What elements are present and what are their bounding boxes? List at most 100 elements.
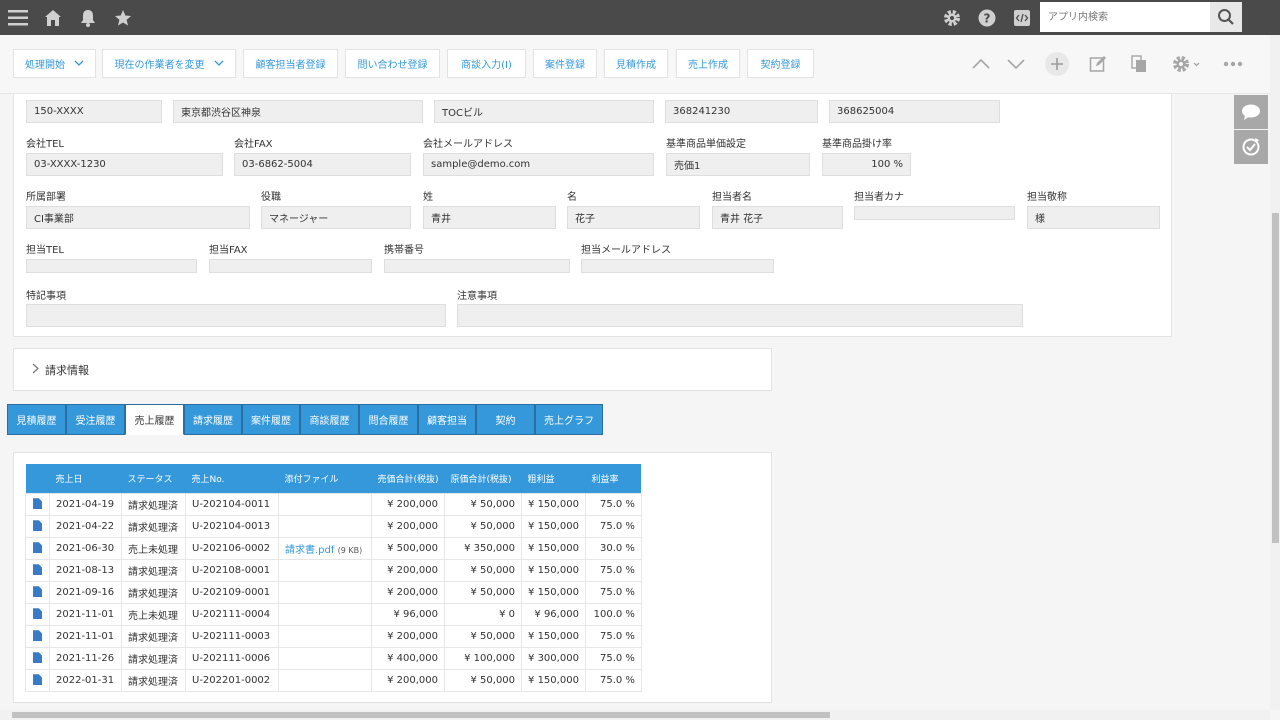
vertical-scrollbar[interactable] (1270, 35, 1280, 710)
table-row[interactable]: 2021-04-22 請求処理済 U-202104-0013 ¥ 200,000 ¥ … (25, 514, 642, 538)
honorific-label: 担当敬称 (1027, 192, 1067, 203)
last-name-field: 青井 (423, 206, 556, 229)
chevron-right-icon (32, 363, 39, 377)
detail-link[interactable] (25, 624, 50, 648)
document-icon[interactable] (33, 586, 42, 598)
gross-profit-cell: ¥ 96,000 (521, 602, 586, 626)
app-search-input[interactable] (1040, 2, 1210, 32)
attachment-cell (278, 580, 372, 604)
tab-billing-history[interactable]: 請求履歴 (184, 404, 242, 435)
more-icon[interactable] (1222, 53, 1244, 75)
tab-sales-history[interactable]: 売上履歴 (125, 404, 184, 435)
address-field: 東京都渋谷区神泉 (173, 100, 423, 123)
table-row[interactable]: 2021-06-30 売上未処理 U-202106-0002 請求書.pdf (9 K… (25, 536, 642, 560)
chevron-down-icon[interactable] (1005, 53, 1027, 75)
sales-history-table: 売上日 ステータス 売上No. 添付ファイル 売価合計(税抜) 原価合計(税抜)… (25, 464, 642, 692)
horizontal-scroll-thumb[interactable] (12, 712, 830, 718)
register-contract-button[interactable]: 契約登録 (747, 49, 814, 78)
history-icon (1242, 138, 1260, 156)
sales-no-cell: U-202111-0004 (185, 602, 279, 626)
table-header-cell: 売価合計(税抜) (371, 464, 445, 493)
caution-notes-label: 注意事項 (457, 291, 497, 302)
table-row[interactable]: 2021-11-01 売上未処理 U-202111-0004 ¥ 96,000 ¥ 0… (25, 602, 642, 626)
horizontal-scrollbar[interactable] (0, 710, 1270, 720)
status-cell: 請求処理済 (121, 558, 186, 582)
detail-link[interactable] (25, 580, 50, 604)
document-icon[interactable] (33, 564, 42, 576)
detail-link[interactable] (25, 602, 50, 626)
document-icon[interactable] (33, 520, 42, 532)
enter-negotiation-button[interactable]: 商談入力(I) (447, 49, 526, 78)
mobile-field (384, 259, 570, 273)
detail-link[interactable] (25, 646, 50, 670)
tab-contract[interactable]: 契約 (476, 404, 535, 435)
settings-icon[interactable] (1170, 53, 1202, 75)
vertical-scroll-thumb[interactable] (1272, 213, 1279, 543)
sales-date-cell: 2021-08-13 (49, 558, 122, 582)
attachment-cell (278, 646, 372, 670)
profit-rate-cell: 75.0 % (584, 558, 642, 582)
chevron-up-icon[interactable] (970, 53, 992, 75)
sales-date-cell: 2022-01-31 (49, 668, 122, 692)
tab-customer-contact[interactable]: 顧客担当 (418, 404, 476, 435)
document-icon[interactable] (33, 630, 42, 642)
table-row[interactable]: 2022-01-31 請求処理済 U-202201-0002 ¥ 200,000 ¥ … (25, 668, 642, 692)
register-project-button[interactable]: 案件登録 (533, 49, 597, 78)
document-icon[interactable] (33, 608, 42, 620)
history-button[interactable] (1234, 130, 1268, 164)
table-row[interactable]: 2021-08-13 請求処理済 U-202108-0001 ¥ 200,000 ¥ … (25, 558, 642, 582)
attachment-link[interactable]: 請求書.pdf (285, 545, 334, 556)
company-mail-label: 会社メールアドレス (423, 139, 513, 150)
help-icon[interactable]: ? (975, 6, 999, 30)
comment-button[interactable] (1234, 95, 1268, 129)
billing-info-label: 請求情報 (45, 363, 89, 377)
position-field: マネージャー (261, 206, 411, 229)
gear-icon[interactable] (940, 6, 964, 30)
table-row[interactable]: 2021-09-16 請求処理済 U-202109-0001 ¥ 200,000 ¥ … (25, 580, 642, 604)
start-process-button[interactable]: 処理開始 (13, 49, 96, 78)
tab-inquiry-history[interactable]: 問合履歴 (359, 404, 418, 435)
tab-sales-graph[interactable]: 売上グラフ (535, 404, 603, 435)
detail-link[interactable] (25, 492, 50, 516)
create-estimate-button[interactable]: 見積作成 (604, 49, 668, 78)
detail-link[interactable] (25, 558, 50, 582)
menu-icon[interactable] (6, 6, 30, 30)
tab-negotiation-history[interactable]: 商談履歴 (300, 404, 359, 435)
detail-link[interactable] (25, 514, 50, 538)
price-total-cell: ¥ 200,000 (370, 492, 446, 516)
sales-date-cell: 2021-11-01 (49, 602, 122, 626)
price-total-cell: ¥ 200,000 (370, 624, 446, 648)
detail-link[interactable] (25, 668, 50, 692)
postal-code-field: 150-XXXX (26, 100, 162, 123)
create-sales-button[interactable]: 売上作成 (676, 49, 740, 78)
table-row[interactable]: 2021-04-19 請求処理済 U-202104-0011 ¥ 200,000 ¥ … (25, 492, 642, 516)
code-icon[interactable] (1010, 6, 1034, 30)
honorific-field: 様 (1027, 206, 1160, 229)
tab-order-history[interactable]: 受注履歴 (66, 404, 125, 435)
billing-info-toggle[interactable]: 請求情報 (13, 348, 772, 391)
star-icon[interactable] (111, 6, 135, 30)
table-row[interactable]: 2021-11-01 請求処理済 U-202111-0003 ¥ 200,000 ¥ … (25, 624, 642, 648)
first-name-field: 花子 (567, 206, 700, 229)
document-icon[interactable] (33, 652, 42, 664)
sales-date-cell: 2021-04-19 (49, 492, 122, 516)
search-button[interactable] (1210, 2, 1242, 32)
duplicate-icon[interactable] (1128, 53, 1150, 75)
edit-icon[interactable] (1087, 53, 1109, 75)
bell-icon[interactable] (76, 6, 100, 30)
register-inquiry-button[interactable]: 問い合わせ登録 (345, 49, 440, 78)
gross-profit-cell: ¥ 300,000 (521, 646, 586, 670)
document-icon[interactable] (33, 498, 42, 510)
cost-total-cell: ¥ 50,000 (444, 668, 523, 692)
plus-icon[interactable] (1045, 52, 1069, 76)
table-row[interactable]: 2021-11-26 請求処理済 U-202111-0006 ¥ 400,000 ¥ … (25, 646, 642, 670)
tab-project-history[interactable]: 案件履歴 (242, 404, 300, 435)
document-icon[interactable] (33, 674, 42, 686)
register-customer-contact-button[interactable]: 顧客担当者登録 (243, 49, 338, 78)
sales-no-cell: U-202111-0006 (185, 646, 279, 670)
home-icon[interactable] (41, 6, 65, 30)
change-worker-button[interactable]: 現在の作業者を変更 (102, 49, 236, 78)
tab-estimate-history[interactable]: 見積履歴 (7, 404, 66, 435)
document-icon[interactable] (33, 542, 42, 554)
detail-link[interactable] (25, 536, 50, 560)
